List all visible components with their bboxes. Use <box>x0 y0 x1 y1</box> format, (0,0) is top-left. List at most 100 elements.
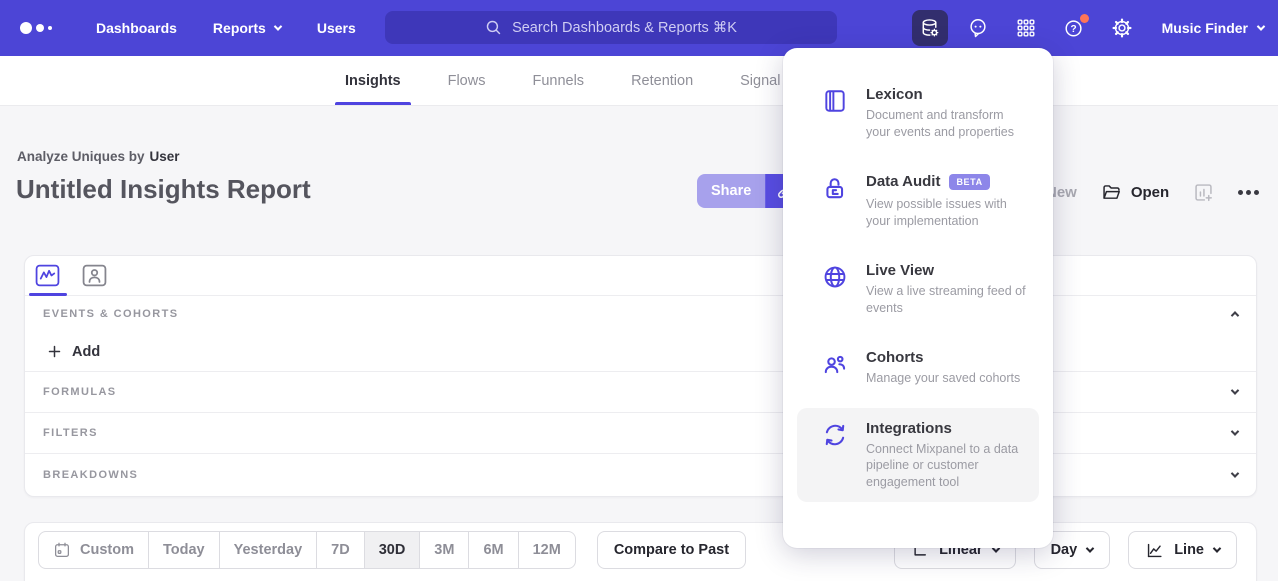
menu-item-title: Lexicon <box>866 86 923 103</box>
builder-icon-tabs <box>25 256 1256 296</box>
kicker-value[interactable]: User <box>150 149 180 164</box>
nav-dashboards-label: Dashboards <box>96 20 177 36</box>
tab-signal[interactable]: Signal <box>740 56 780 105</box>
menu-item-description: View possible issues with your implement… <box>866 196 1027 229</box>
chart-type-dropdown[interactable]: Line <box>1128 531 1237 569</box>
range-label: 12M <box>533 542 561 558</box>
apps-grid-icon[interactable] <box>1008 10 1044 46</box>
range-label: Yesterday <box>234 542 303 558</box>
events-view-tab-icon[interactable] <box>34 263 61 288</box>
nav-reports[interactable]: Reports <box>213 20 281 36</box>
tab-funnels[interactable]: Funnels <box>532 56 584 105</box>
range-label: 3M <box>434 542 454 558</box>
menu-item-description: Document and transform your events and p… <box>866 107 1027 140</box>
tab-insights[interactable]: Insights <box>345 56 401 105</box>
feedback-bubble-icon[interactable] <box>960 10 996 46</box>
chart-type-label: Line <box>1174 542 1204 558</box>
nav-dashboards[interactable]: Dashboards <box>96 20 177 36</box>
range-3m[interactable]: 3M <box>419 532 468 568</box>
menu-item-title: Data Audit <box>866 173 940 190</box>
menu-item-cohorts[interactable]: Cohorts Manage your saved cohorts <box>797 337 1039 399</box>
users-view-tab-icon[interactable] <box>81 263 108 288</box>
share-button[interactable]: Share <box>697 174 765 208</box>
data-management-menu: Lexicon Document and transform your even… <box>783 48 1053 548</box>
range-12m[interactable]: 12M <box>518 532 575 568</box>
menu-item-lexicon[interactable]: Lexicon Document and transform your even… <box>797 74 1039 152</box>
report-tabbar: Insights Flows Funnels Retention Signal … <box>0 56 1278 106</box>
section-breakdowns[interactable]: BREAKDOWNS <box>25 454 1256 496</box>
plus-icon <box>47 344 62 359</box>
data-management-icon[interactable] <box>912 10 948 46</box>
range-label: 7D <box>331 542 350 558</box>
menu-item-description: View a live streaming feed of events <box>866 283 1027 316</box>
search-input[interactable]: Search Dashboards & Reports ⌘K <box>385 11 837 44</box>
lexicon-book-icon <box>822 86 848 140</box>
search-icon <box>485 19 502 36</box>
mixpanel-logo-icon[interactable] <box>20 22 64 34</box>
chevron-down-icon[interactable] <box>1231 469 1239 477</box>
nav-reports-label: Reports <box>213 20 266 36</box>
tab-flows[interactable]: Flows <box>448 56 486 105</box>
menu-item-description: Connect Mixpanel to a data pipeline or c… <box>866 441 1027 491</box>
search-placeholder: Search Dashboards & Reports ⌘K <box>512 20 737 36</box>
open-label: Open <box>1131 184 1169 201</box>
tab-label: Insights <box>345 73 401 89</box>
section-label: FORMULAS <box>43 386 117 398</box>
compare-to-past-button[interactable]: Compare to Past <box>597 531 746 569</box>
tab-label: Signal <box>740 73 780 89</box>
chevron-down-icon <box>1086 544 1094 552</box>
nav-users[interactable]: Users <box>317 20 356 36</box>
cohorts-people-icon <box>822 349 848 387</box>
query-builder-card: EVENTS & COHORTS Add FORMULAS FILTERS BR… <box>24 255 1257 497</box>
folder-icon <box>1101 182 1122 203</box>
chevron-down-icon[interactable] <box>1231 386 1239 394</box>
menu-item-title: Live View <box>866 262 934 279</box>
compare-label: Compare to Past <box>614 542 729 558</box>
section-label: BREAKDOWNS <box>43 469 138 481</box>
app-screen: Dashboards Reports Users Search Dashboar… <box>0 0 1278 581</box>
top-navbar: Dashboards Reports Users Search Dashboar… <box>0 0 1278 56</box>
section-label: EVENTS & COHORTS <box>43 308 178 320</box>
menu-item-data-audit[interactable]: Data Audit BETA View possible issues with… <box>797 161 1039 241</box>
project-switcher[interactable]: Music Finder <box>1162 20 1264 36</box>
chevron-up-icon[interactable] <box>1231 311 1239 319</box>
chart-toolbar-card: Custom Today Yesterday 7D 30D 3M 6M 12M … <box>24 522 1257 581</box>
beta-badge: BETA <box>949 174 989 190</box>
page-title[interactable]: Untitled Insights Report <box>16 174 311 205</box>
menu-item-live-view[interactable]: Live View View a live streaming feed of … <box>797 250 1039 328</box>
section-formulas[interactable]: FORMULAS <box>25 372 1256 413</box>
settings-gear-icon[interactable] <box>1104 10 1140 46</box>
section-filters[interactable]: FILTERS <box>25 413 1256 454</box>
tab-retention[interactable]: Retention <box>631 56 693 105</box>
nav-users-label: Users <box>317 20 356 36</box>
range-7d[interactable]: 7D <box>316 532 364 568</box>
chevron-down-icon[interactable] <box>1231 427 1239 435</box>
help-icon[interactable]: ? <box>1056 10 1092 46</box>
range-6m[interactable]: 6M <box>468 532 517 568</box>
range-label: Today <box>163 542 205 558</box>
project-name: Music Finder <box>1162 20 1248 36</box>
more-options-icon[interactable] <box>1238 190 1259 195</box>
range-custom[interactable]: Custom <box>39 532 148 568</box>
tab-label: Retention <box>631 73 693 89</box>
range-yesterday[interactable]: Yesterday <box>219 532 317 568</box>
tab-label: Funnels <box>532 73 584 89</box>
add-to-dashboard-icon[interactable] <box>1193 182 1214 203</box>
chevron-down-icon <box>1257 22 1265 30</box>
menu-item-title: Cohorts <box>866 349 924 366</box>
open-report-button[interactable]: Open <box>1101 182 1169 203</box>
menu-item-integrations[interactable]: Integrations Connect Mixpanel to a data … <box>797 408 1039 503</box>
tab-label: Flows <box>448 73 486 89</box>
integrations-sync-icon <box>822 420 848 491</box>
range-30d[interactable]: 30D <box>364 532 420 568</box>
calendar-icon <box>53 541 71 559</box>
range-label: 6M <box>483 542 503 558</box>
section-events-cohorts[interactable]: EVENTS & COHORTS <box>25 296 1256 332</box>
range-today[interactable]: Today <box>148 532 219 568</box>
line-chart-icon <box>1145 541 1164 560</box>
report-actions: New Open <box>1046 176 1259 208</box>
kicker-text: Analyze Uniques by <box>17 149 145 164</box>
add-label: Add <box>72 344 100 360</box>
add-event-button[interactable]: Add <box>25 332 1256 372</box>
chevron-down-icon <box>274 22 282 30</box>
